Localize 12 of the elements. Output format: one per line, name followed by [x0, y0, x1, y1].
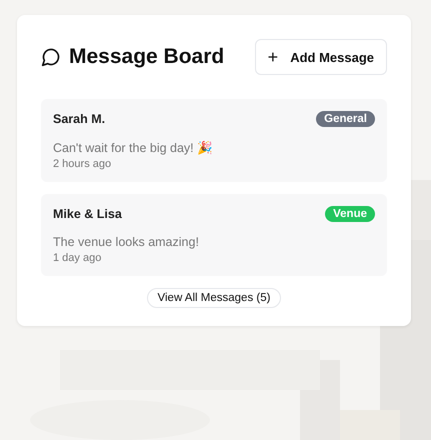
message-tag: General: [316, 111, 375, 127]
message-time: 1 day ago: [53, 252, 102, 264]
speech-bubble-icon: [41, 47, 61, 67]
message-author: Mike & Lisa: [53, 207, 122, 221]
message-text: Can't wait for the big day! 🎉: [53, 140, 214, 155]
message-tag: Venue: [325, 206, 375, 222]
add-message-button[interactable]: + Add Message: [254, 39, 387, 75]
board-title: Message Board: [69, 45, 224, 69]
message-text: The venue looks amazing!: [53, 235, 200, 249]
message-author: Sarah M.: [53, 112, 106, 126]
message-time: 2 hours ago: [53, 158, 112, 170]
view-all-button[interactable]: View All Messages (5): [146, 288, 282, 308]
